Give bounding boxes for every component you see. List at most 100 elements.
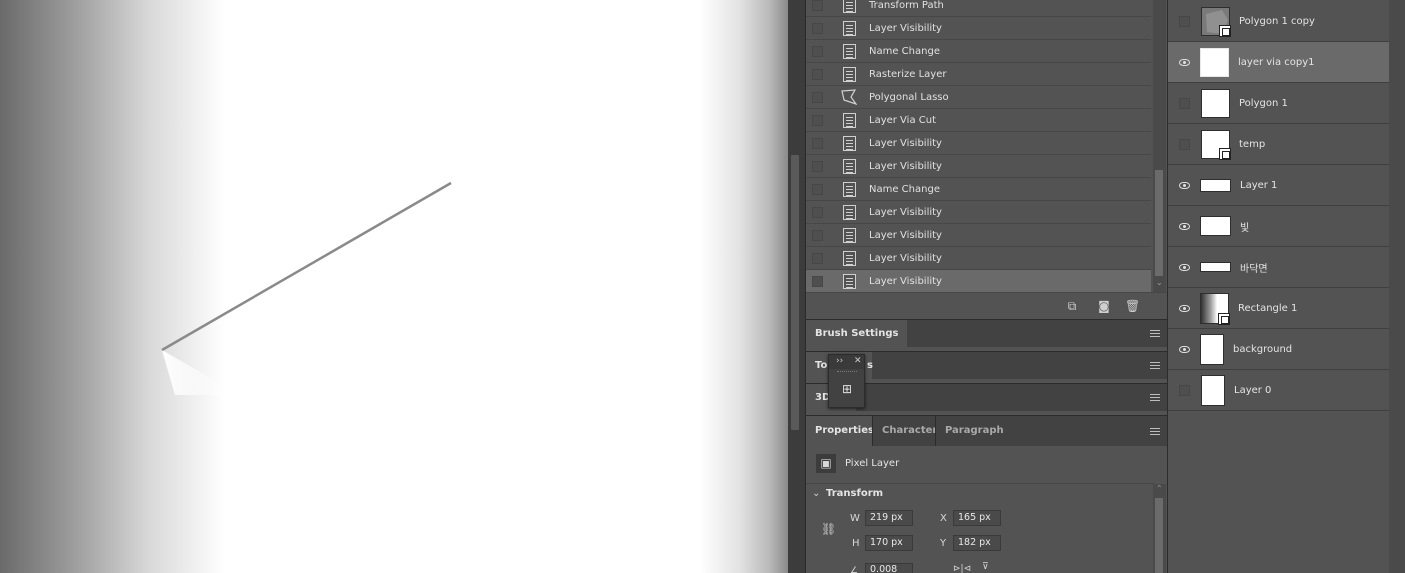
layer-thumbnail: [1200, 262, 1231, 272]
history-item[interactable]: Layer Visibility: [806, 155, 1151, 178]
history-snapshot-checkbox[interactable]: [812, 114, 823, 126]
history-snapshot-checkbox[interactable]: [812, 0, 823, 11]
close-icon[interactable]: ✕: [854, 356, 862, 366]
layer-row[interactable]: Polygon 1 copy: [1168, 1, 1389, 42]
eye-icon[interactable]: [1177, 260, 1191, 274]
layer-name[interactable]: 빛: [1240, 219, 1249, 234]
properties-scroll-thumb[interactable]: [1155, 498, 1163, 573]
floating-tool-presets-panel[interactable]: ›› ✕ ⊞: [828, 354, 865, 408]
dock-scroll-thumb[interactable]: [791, 155, 799, 430]
document-canvas[interactable]: [0, 0, 788, 573]
visibility-toggle[interactable]: [1179, 15, 1190, 27]
history-item-label: Layer Visibility: [869, 22, 942, 34]
collapse-panel-icon[interactable]: ››: [836, 356, 843, 366]
layer-name[interactable]: temp: [1239, 139, 1265, 150]
history-snapshot-checkbox[interactable]: [812, 91, 823, 103]
history-item[interactable]: Layer Visibility: [806, 247, 1151, 270]
history-item[interactable]: Name Change: [806, 178, 1151, 201]
history-snapshot-checkbox[interactable]: [812, 275, 823, 287]
history-snapshot-checkbox[interactable]: [812, 68, 823, 80]
history-item[interactable]: Polygonal Lasso: [806, 86, 1151, 109]
panel-menu-icon[interactable]: [1150, 330, 1160, 337]
history-scroll-thumb[interactable]: [1155, 170, 1163, 276]
history-scrollbar[interactable]: ⌄: [1153, 0, 1166, 292]
flip-vertical-icon[interactable]: ⊽: [982, 562, 989, 572]
layer-row[interactable]: layer via copy1: [1168, 42, 1389, 83]
layers-scrollbar[interactable]: [1389, 0, 1405, 573]
history-item[interactable]: Layer Via Cut: [806, 109, 1151, 132]
y-field[interactable]: 182 px: [953, 535, 1001, 551]
layer-name[interactable]: Layer 1: [1240, 180, 1277, 191]
panel-menu-icon[interactable]: [1150, 394, 1160, 401]
layer-row[interactable]: Polygon 1: [1168, 83, 1389, 124]
layer-row[interactable]: Layer 1: [1168, 165, 1389, 206]
layer-row[interactable]: Rectangle 1: [1168, 288, 1389, 329]
layer-row[interactable]: temp: [1168, 124, 1389, 165]
x-field[interactable]: 165 px: [953, 510, 1001, 526]
document-icon: [841, 227, 857, 243]
properties-scrollbar[interactable]: ⌃: [1153, 484, 1166, 573]
layer-name[interactable]: Layer 0: [1234, 385, 1271, 396]
width-field[interactable]: 219 px: [865, 510, 913, 526]
brush-settings-panel-bar: Brush Settings: [806, 319, 1167, 348]
history-item[interactable]: Layer Visibility: [806, 201, 1151, 224]
layer-name[interactable]: Polygon 1: [1239, 98, 1288, 109]
layer-name[interactable]: Polygon 1 copy: [1239, 16, 1315, 27]
layer-row[interactable]: 바닥면: [1168, 247, 1389, 288]
panel-dock-scrollbar[interactable]: [788, 0, 806, 573]
history-snapshot-checkbox[interactable]: [812, 22, 823, 34]
new-document-from-state-icon[interactable]: ⧉: [1065, 299, 1079, 313]
visibility-toggle[interactable]: [1179, 138, 1190, 150]
chevron-down-icon: ⌄: [812, 488, 821, 499]
scroll-up-icon[interactable]: ⌃: [1156, 484, 1163, 493]
transform-section-header[interactable]: ⌄ Transform: [812, 488, 883, 499]
document-icon: [841, 0, 857, 13]
link-dimensions-icon[interactable]: ⛓: [821, 522, 836, 536]
history-item[interactable]: Layer Visibility: [806, 17, 1151, 40]
camera-icon[interactable]: ◙: [1097, 299, 1111, 313]
history-item[interactable]: Layer Visibility: [806, 270, 1151, 293]
tab-brush-settings[interactable]: Brush Settings: [806, 320, 908, 348]
height-field[interactable]: 170 px: [865, 535, 913, 551]
layer-name[interactable]: 바닥면: [1240, 260, 1268, 275]
eye-icon[interactable]: [1177, 55, 1191, 69]
tool-presets-icon[interactable]: ⊞: [838, 381, 856, 397]
layer-row[interactable]: background: [1168, 329, 1389, 370]
history-item[interactable]: Layer Visibility: [806, 224, 1151, 247]
layer-name[interactable]: layer via copy1: [1238, 57, 1315, 68]
drag-handle[interactable]: [837, 371, 857, 373]
history-item-label: Layer Visibility: [869, 160, 942, 172]
eye-icon[interactable]: [1177, 178, 1191, 192]
history-snapshot-checkbox[interactable]: [812, 252, 823, 264]
layer-row[interactable]: 빛: [1168, 206, 1389, 247]
history-snapshot-checkbox[interactable]: [812, 137, 823, 149]
history-item[interactable]: Name Change: [806, 40, 1151, 63]
history-snapshot-checkbox[interactable]: [812, 45, 823, 57]
eye-icon[interactable]: [1177, 301, 1191, 315]
visibility-toggle[interactable]: [1179, 97, 1190, 109]
flip-horizontal-icon[interactable]: ⊳|⊲: [953, 564, 971, 573]
visibility-toggle[interactable]: [1179, 384, 1190, 396]
panel-menu-icon[interactable]: [1150, 428, 1160, 435]
floating-panel-header[interactable]: ›› ✕: [829, 355, 864, 369]
history-item[interactable]: Transform Path: [806, 0, 1151, 17]
trash-icon[interactable]: 🗑: [1125, 299, 1140, 313]
panel-menu-icon[interactable]: [1150, 362, 1160, 369]
scroll-down-icon[interactable]: ⌄: [1156, 278, 1163, 287]
angle-field[interactable]: 0.008: [865, 563, 913, 573]
layer-name[interactable]: background: [1233, 344, 1292, 355]
history-item[interactable]: Rasterize Layer: [806, 63, 1151, 86]
layer-name[interactable]: Rectangle 1: [1238, 303, 1297, 314]
history-item[interactable]: Layer Visibility: [806, 132, 1151, 155]
layer-thumbnail: [1200, 178, 1231, 192]
layer-row[interactable]: Layer 0: [1168, 370, 1389, 411]
history-snapshot-checkbox[interactable]: [812, 160, 823, 172]
history-snapshot-checkbox[interactable]: [812, 183, 823, 195]
history-snapshot-checkbox[interactable]: [812, 229, 823, 241]
eye-icon[interactable]: [1177, 342, 1191, 356]
layer-thumbnail: [1200, 333, 1224, 365]
eye-icon[interactable]: [1177, 219, 1191, 233]
history-footer: ⧉ ◙ 🗑: [806, 292, 1167, 318]
history-snapshot-checkbox[interactable]: [812, 206, 823, 218]
tab-paragraph[interactable]: Paragraph: [935, 416, 1013, 447]
